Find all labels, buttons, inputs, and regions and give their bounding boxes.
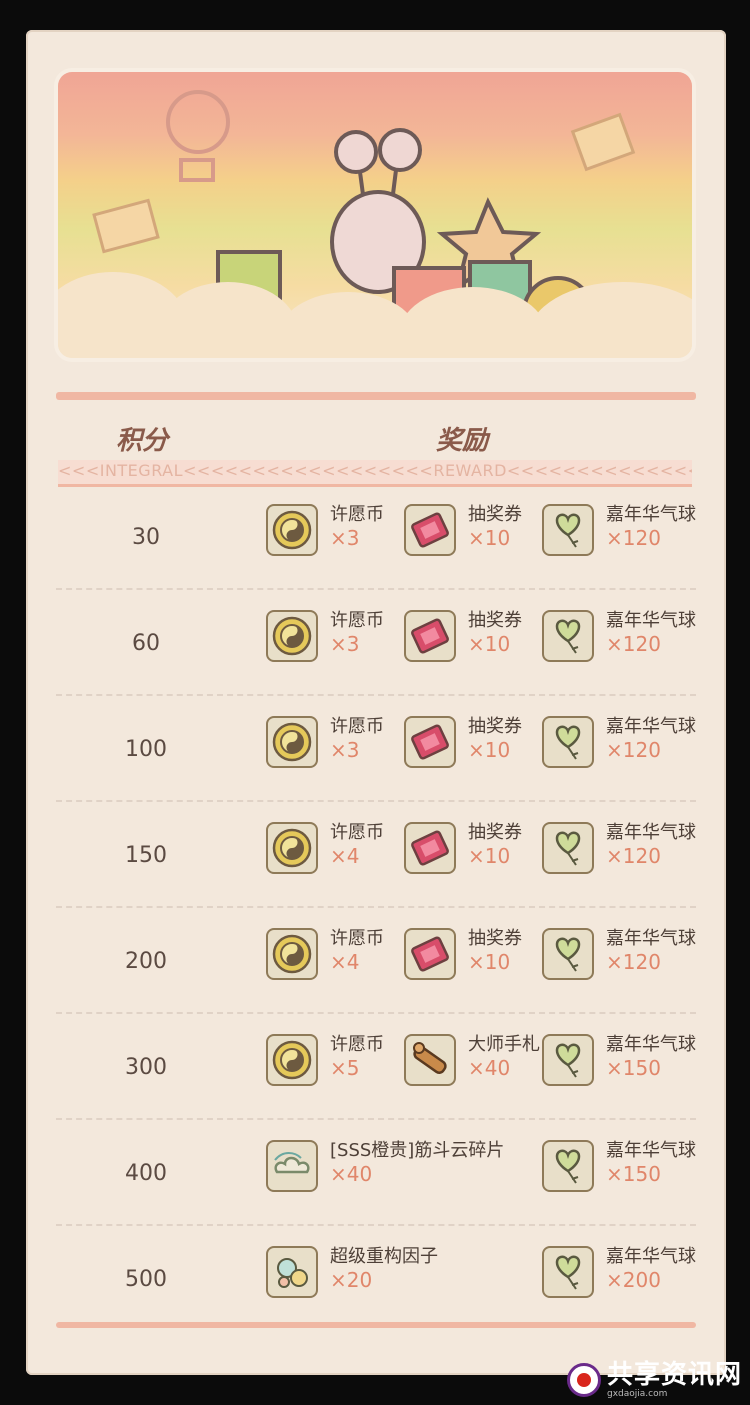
bubbles-icon [266,1246,318,1298]
heart-balloon-icon [542,716,594,768]
reward-quantity: ×120 [606,844,661,868]
points-value: 60 [132,630,160,656]
heart-balloon-icon [542,1246,594,1298]
reward-name: 嘉年华气球 [606,1034,696,1055]
reward-quantity: ×120 [606,526,661,550]
reward-name: 超级重构因子 [330,1246,438,1267]
reward-quantity: ×120 [606,738,661,762]
divider-top [56,392,696,400]
reward-quantity: ×200 [606,1268,661,1292]
reward-row: 400 [SSS橙贵]筋斗云碎片 ×40 嘉年华气球 ×150 [56,1120,696,1226]
reward-name: 嘉年华气球 [606,1246,696,1267]
reward-quantity: ×4 [330,950,360,974]
column-subheader: <<<INTEGRAL<<<<<<<<<<<<<<<<<<REWARD<<<<<… [58,460,692,487]
reward-name: 嘉年华气球 [606,928,696,949]
reward-quantity: ×10 [468,844,511,868]
reward-name: 嘉年华气球 [606,822,696,843]
ticket-icon [404,610,456,662]
reward-quantity: ×10 [468,526,511,550]
reward-name: 嘉年华气球 [606,716,696,737]
reward-quantity: ×10 [468,950,511,974]
watermark-title: 共享资讯网 [606,1360,742,1390]
reward-name: 许愿币 [330,610,384,631]
points-value: 300 [125,1054,167,1080]
reward-name: 嘉年华气球 [606,504,696,525]
reward-row: 500 超级重构因子 ×20 嘉年华气球 ×200 [56,1226,696,1332]
divider-bottom [56,1322,696,1328]
reward-row: 30 许愿币 ×3 抽奖券 ×10 嘉年华气球 ×120 [56,484,696,590]
reward-name: 许愿币 [330,822,384,843]
reward-quantity: ×150 [606,1056,661,1080]
ticket-icon [404,504,456,556]
watermark-domain: gxdaojia.com [606,1389,668,1399]
yin-yang-coin-icon [266,822,318,874]
heart-balloon-icon [542,928,594,980]
points-value: 200 [125,948,167,974]
heart-balloon-icon [542,504,594,556]
reward-quantity: ×10 [468,632,511,656]
heart-balloon-icon [542,610,594,662]
reward-name: 抽奖券 [468,928,522,949]
ticket-icon [404,716,456,768]
cloud-fragment-icon [266,1140,318,1192]
ticket-icon [404,822,456,874]
points-value: 100 [125,736,167,762]
heart-balloon-icon [542,822,594,874]
reward-name: 抽奖券 [468,822,522,843]
reward-row: 100 许愿币 ×3 抽奖券 ×10 嘉年华气球 ×120 [56,696,696,802]
reward-name: 抽奖券 [468,504,522,525]
reward-quantity: ×40 [468,1056,511,1080]
event-banner [58,72,692,358]
yin-yang-coin-icon [266,504,318,556]
reward-row: 300 许愿币 ×5 大师手札 ×40 嘉年华气球 ×150 [56,1014,696,1120]
reward-quantity: ×3 [330,632,360,656]
reward-quantity: ×120 [606,632,661,656]
reward-column-header: 奖励 [436,426,489,456]
reward-name: 许愿币 [330,716,384,737]
heart-balloon-icon [542,1034,594,1086]
reward-name: [SSS橙贵]筋斗云碎片 [330,1140,505,1161]
reward-row: 150 许愿币 ×4 抽奖券 ×10 嘉年华气球 ×120 [56,802,696,908]
reward-name: 嘉年华气球 [606,610,696,631]
reward-name: 许愿币 [330,928,384,949]
reward-name: 许愿币 [330,504,384,525]
yin-yang-coin-icon [266,716,318,768]
reward-quantity: ×10 [468,738,511,762]
points-value: 400 [125,1160,167,1186]
watermark: 共享资讯网 gxdaojia.com [566,1360,742,1399]
reward-quantity: ×120 [606,950,661,974]
reward-name: 嘉年华气球 [606,1140,696,1161]
heart-balloon-icon [542,1140,594,1192]
reward-quantity: ×150 [606,1162,661,1186]
reward-name: 抽奖券 [468,716,522,737]
reward-name: 许愿币 [330,1034,384,1055]
watermark-logo-icon [566,1363,601,1397]
reward-quantity: ×3 [330,738,360,762]
scroll-icon [404,1034,456,1086]
reward-quantity: ×3 [330,526,360,550]
yin-yang-coin-icon [266,610,318,662]
yin-yang-coin-icon [266,1034,318,1086]
reward-quantity: ×40 [330,1162,373,1186]
reward-quantity: ×4 [330,844,360,868]
reward-name: 抽奖券 [468,610,522,631]
yin-yang-coin-icon [266,928,318,980]
ticket-icon [404,928,456,980]
reward-quantity: ×5 [330,1056,360,1080]
reward-quantity: ×20 [330,1268,373,1292]
points-column-header: 积分 [116,426,169,456]
reward-row: 200 许愿币 ×4 抽奖券 ×10 嘉年华气球 ×120 [56,908,696,1014]
points-value: 30 [132,524,160,550]
points-value: 150 [125,842,167,868]
points-value: 500 [125,1266,167,1292]
reward-name: 大师手札 [468,1034,540,1055]
reward-row: 60 许愿币 ×3 抽奖券 ×10 嘉年华气球 ×120 [56,590,696,696]
